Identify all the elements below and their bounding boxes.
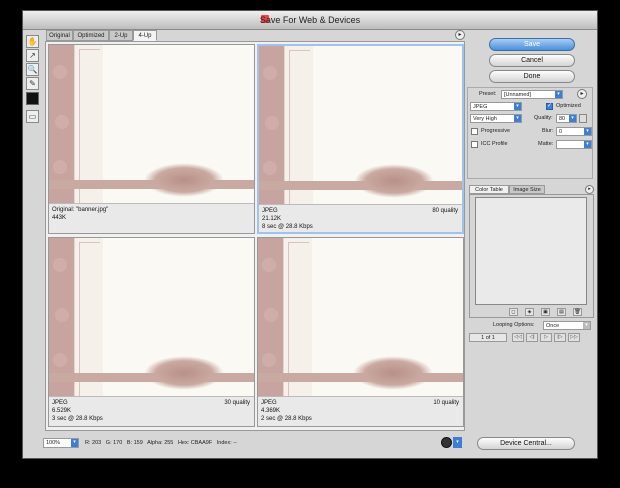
icc-profile-label: ICC Profile bbox=[481, 141, 508, 147]
eyedropper-color-swatch[interactable] bbox=[26, 92, 39, 105]
preview-pane-original[interactable]: Original: "banner.jpg" 443K bbox=[48, 44, 255, 234]
preview-image bbox=[49, 238, 254, 396]
zoom-select[interactable]: 100% ▾ bbox=[43, 438, 79, 448]
tab-color-table[interactable]: Color Table bbox=[469, 185, 509, 194]
toggle-slices-icon[interactable]: ▭ bbox=[26, 110, 39, 123]
looping-value: Once bbox=[546, 323, 560, 329]
chevron-down-icon: ▾ bbox=[584, 128, 591, 135]
looping-options-label: Looping Options: bbox=[493, 322, 535, 328]
slice-select-tool-icon[interactable]: ↗ bbox=[26, 49, 39, 62]
color-table-menu-icon[interactable]: ▸ bbox=[585, 185, 594, 194]
pane-info-line2: 21.12K bbox=[262, 216, 282, 222]
chevron-down-icon: ▾ bbox=[584, 141, 591, 148]
preview-pane-80-quality[interactable]: JPEG 21.12K 8 sec @ 28.8 Kbps 80 quality bbox=[257, 44, 464, 234]
preview-image bbox=[49, 45, 254, 203]
play-icon[interactable]: ▷ bbox=[540, 333, 552, 342]
optimize-menu-icon[interactable]: ▸ bbox=[577, 89, 587, 99]
pane-info-line1: JPEG bbox=[261, 400, 277, 406]
quality-mask-icon[interactable] bbox=[579, 114, 587, 123]
pane-info-line1: Original: "banner.jpg" bbox=[52, 207, 109, 213]
map-color-icon[interactable]: ◻ bbox=[509, 308, 518, 316]
chevron-down-icon: ▾ bbox=[514, 115, 521, 122]
previous-frame-icon[interactable]: ◁| bbox=[526, 333, 538, 342]
pane-quality-label: 80 quality bbox=[432, 208, 458, 214]
chevron-down-icon: ▾ bbox=[569, 115, 576, 122]
pane-info-line3: 8 sec @ 28.8 Kbps bbox=[262, 224, 313, 230]
pane-info-line2: 4.369K bbox=[261, 408, 281, 414]
quality-field[interactable]: 80 ▾ bbox=[556, 114, 577, 123]
save-button[interactable]: Save bbox=[489, 38, 575, 51]
pane-info: JPEG 4.369K 2 sec @ 28.8 Kbps 10 quality bbox=[258, 396, 463, 426]
preview-image bbox=[258, 238, 463, 396]
pane-info: JPEG 21.12K 8 sec @ 28.8 Kbps 80 quality bbox=[259, 204, 462, 232]
looping-select[interactable]: Once ▾ bbox=[543, 321, 591, 330]
frame-counter: 1 of 1 bbox=[469, 333, 507, 342]
color-readout: R: 203 G: 170 B: 159 Alpha: 255 Hex: CBA… bbox=[85, 440, 237, 446]
pane-quality-label: 30 quality bbox=[224, 400, 250, 406]
pane-info-line3: 3 sec @ 28.8 Kbps bbox=[52, 416, 103, 422]
optimized-checkbox[interactable] bbox=[546, 102, 553, 110]
chevron-down-icon: ▾ bbox=[71, 439, 78, 447]
first-frame-icon[interactable]: ◁◁ bbox=[512, 333, 524, 342]
format-value: JPEG bbox=[473, 104, 488, 110]
save-for-web-window: Save For Web & Devices ✋ ↗ 🔍 ✎ ▭ Origina… bbox=[22, 10, 598, 459]
quality-value: 80 bbox=[559, 116, 566, 122]
pane-info-line3: 2 sec @ 28.8 Kbps bbox=[261, 416, 312, 422]
preview-pane-30-quality[interactable]: JPEG 6.529K 3 sec @ 28.8 Kbps 30 quality bbox=[48, 237, 255, 427]
browser-menu-icon[interactable]: ▾ bbox=[453, 437, 462, 448]
quality-label: Quality: bbox=[534, 115, 553, 121]
chevron-down-icon: ▾ bbox=[514, 103, 521, 110]
progressive-checkbox[interactable] bbox=[471, 128, 478, 135]
pane-info: Original: "banner.jpg" 443K bbox=[49, 203, 254, 233]
optimized-label: Optimized bbox=[556, 103, 581, 109]
view-menu-icon[interactable]: ▸ bbox=[455, 30, 465, 40]
progressive-label: Progressive bbox=[481, 128, 511, 134]
tab-image-size[interactable]: Image Size bbox=[509, 185, 545, 194]
preset-label: Preset: bbox=[479, 91, 497, 97]
compression-value: Very High bbox=[473, 116, 497, 122]
next-frame-icon[interactable]: |▷ bbox=[554, 333, 566, 342]
web-shift-icon[interactable]: ◈ bbox=[525, 308, 534, 316]
matte-label: Matte: bbox=[538, 141, 554, 147]
blur-value: 0 bbox=[559, 129, 563, 135]
chevron-down-icon: ▾ bbox=[555, 91, 562, 98]
color-table-swatches[interactable] bbox=[475, 197, 587, 305]
icc-profile-checkbox[interactable] bbox=[471, 141, 478, 148]
zoom-tool-icon[interactable]: 🔍 bbox=[26, 63, 39, 76]
preset-value: [Unnamed] bbox=[504, 92, 531, 98]
pane-info-line2: 6.529K bbox=[52, 408, 72, 414]
browser-preview-icon[interactable] bbox=[441, 437, 452, 448]
preset-select[interactable]: [Unnamed] ▾ bbox=[501, 90, 563, 99]
zoom-value: 100% bbox=[46, 440, 61, 446]
pane-info: JPEG 6.529K 3 sec @ 28.8 Kbps 30 quality bbox=[49, 396, 254, 426]
preview-image bbox=[259, 46, 462, 204]
preview-pane-10-quality[interactable]: JPEG 4.369K 2 sec @ 28.8 Kbps 10 quality bbox=[257, 237, 464, 427]
done-button[interactable]: Done bbox=[489, 70, 575, 83]
lock-color-icon[interactable]: ▣ bbox=[541, 308, 550, 316]
tab-original[interactable]: Original bbox=[46, 30, 73, 41]
chevron-down-icon: ▾ bbox=[583, 322, 590, 329]
new-color-icon[interactable]: ▤ bbox=[557, 308, 566, 316]
tab-4-up[interactable]: 4-Up bbox=[133, 30, 157, 41]
blur-label: Blur: bbox=[542, 128, 554, 134]
matte-select[interactable]: ▾ bbox=[556, 140, 592, 149]
compression-quality-select[interactable]: Very High ▾ bbox=[470, 114, 522, 123]
cancel-button[interactable]: Cancel bbox=[489, 54, 575, 67]
trash-icon[interactable]: 🗑 bbox=[573, 308, 582, 316]
tab-2-up[interactable]: 2-Up bbox=[109, 30, 133, 41]
blur-field[interactable]: 0 ▾ bbox=[556, 127, 592, 136]
pane-info-line2: 443K bbox=[52, 215, 67, 221]
preview-area: Original: "banner.jpg" 443K JPEG 21.12K … bbox=[45, 41, 465, 431]
device-central-button[interactable]: Device Central... bbox=[477, 437, 575, 450]
tab-optimized[interactable]: Optimized bbox=[73, 30, 109, 41]
eyedropper-tool-icon[interactable]: ✎ bbox=[26, 77, 39, 90]
title-bar: Save For Web & Devices bbox=[23, 11, 597, 30]
pane-quality-label: 10 quality bbox=[433, 400, 459, 406]
last-frame-icon[interactable]: ▷▷ bbox=[568, 333, 580, 342]
format-select[interactable]: JPEG ▾ bbox=[470, 102, 522, 111]
window-title: Save For Web & Devices bbox=[259, 15, 361, 25]
pane-info-line1: JPEG bbox=[52, 400, 68, 406]
pane-info-line1: JPEG bbox=[262, 208, 278, 214]
hand-tool-icon[interactable]: ✋ bbox=[26, 35, 39, 48]
